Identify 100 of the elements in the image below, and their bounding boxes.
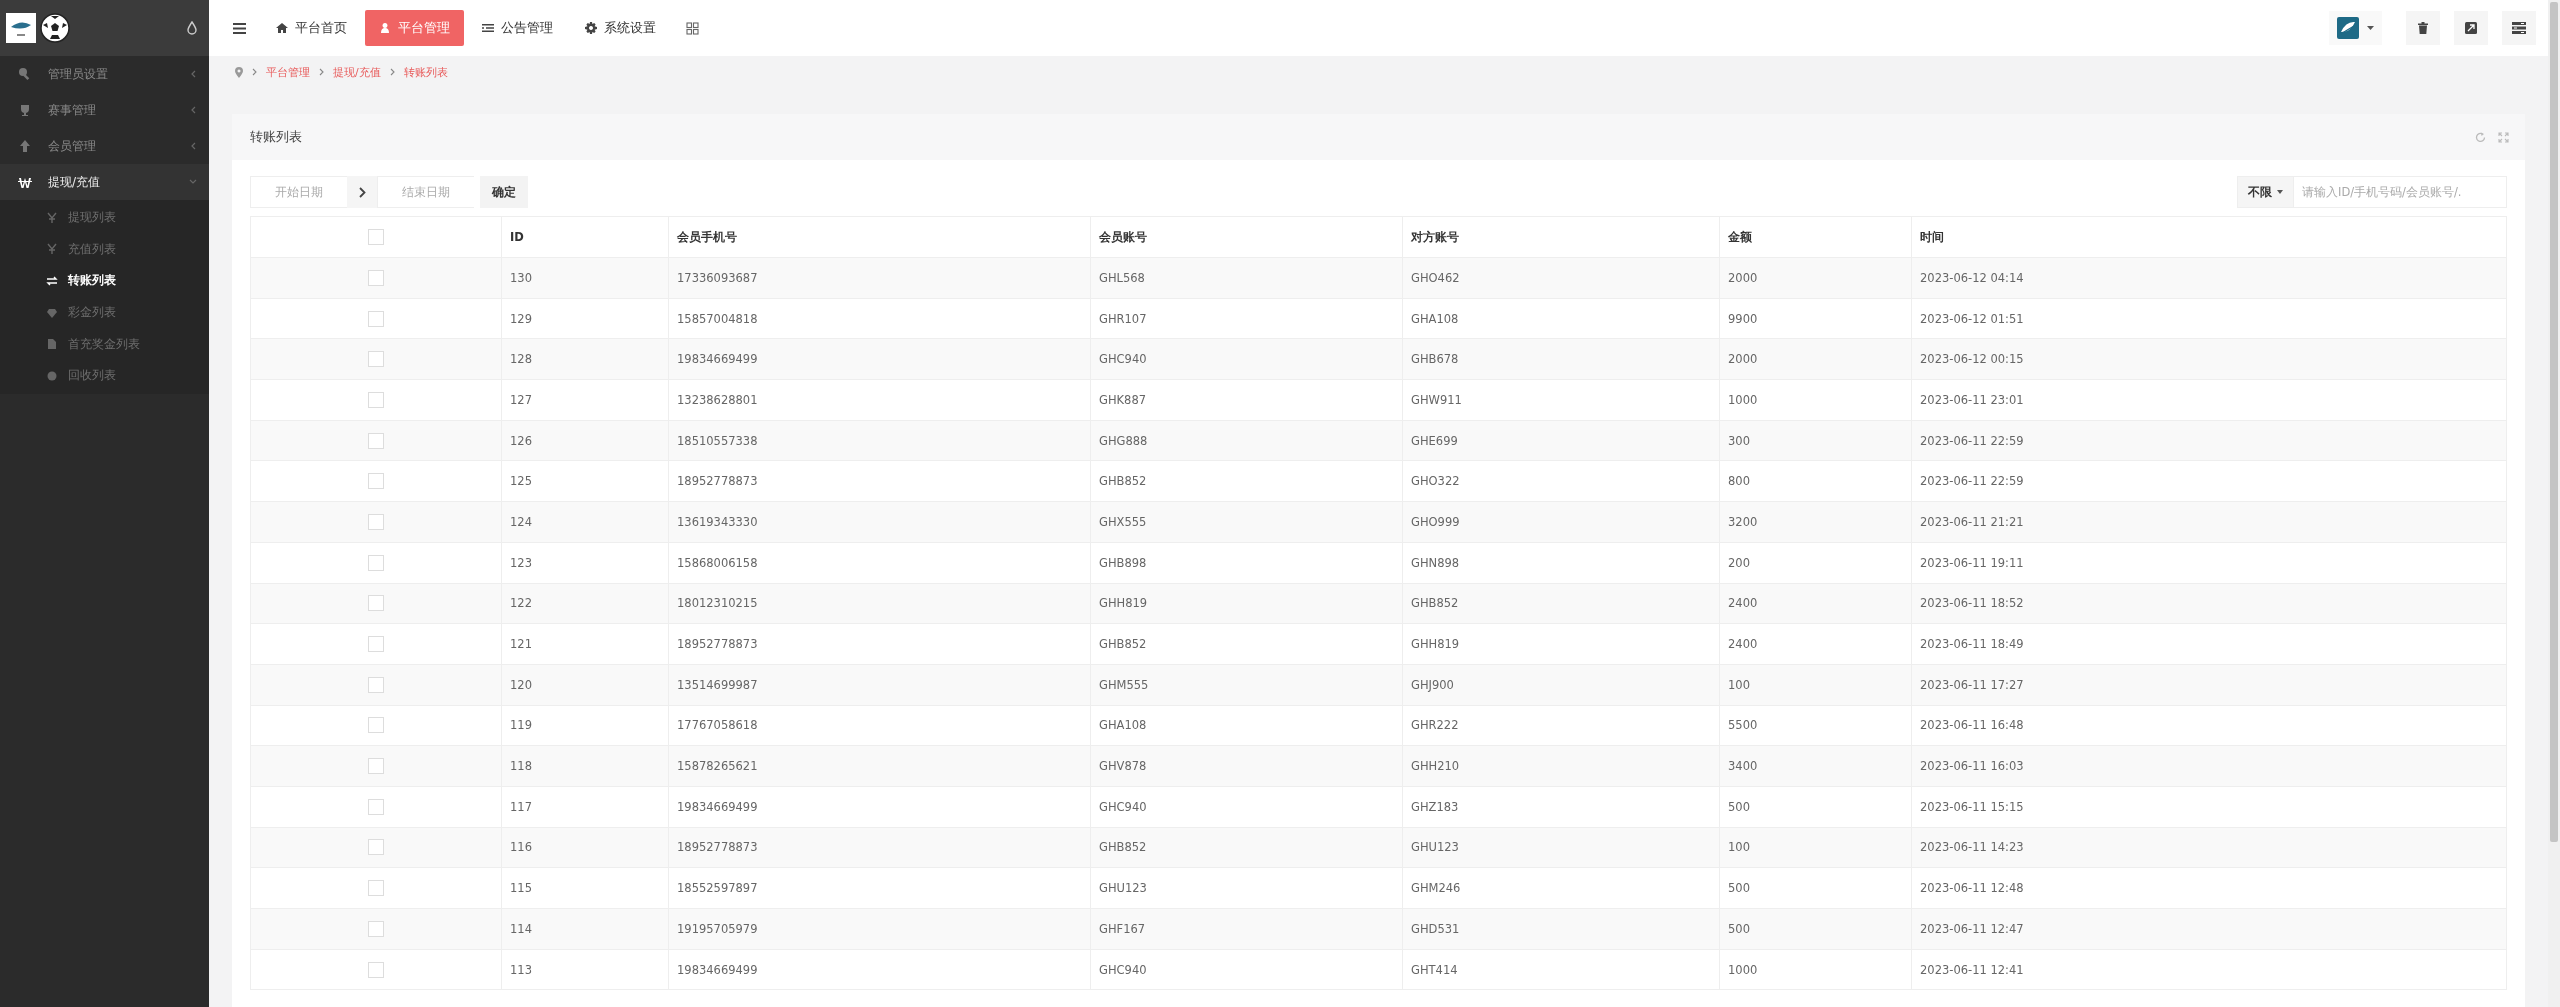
row-checkbox[interactable] xyxy=(368,473,384,490)
transfer-icon xyxy=(46,275,58,287)
sidebar-subitem[interactable]: 回收列表 xyxy=(0,359,209,392)
row-checkbox[interactable] xyxy=(368,961,384,978)
chevron-left-icon xyxy=(189,106,197,114)
nav-tab[interactable]: 平台管理 xyxy=(365,10,464,46)
chevron-right-icon xyxy=(319,68,324,76)
table-cell: 125 xyxy=(501,460,669,502)
table-cell: 126 xyxy=(501,420,669,461)
scope-dropdown[interactable]: 不限 xyxy=(2237,176,2294,208)
breadcrumb-link[interactable]: 转账列表 xyxy=(403,64,448,80)
table-cell: 2023-06-12 00:15 xyxy=(1911,338,2507,380)
row-checkbox[interactable] xyxy=(368,432,384,449)
grid-icon[interactable] xyxy=(686,21,699,35)
row-checkbox[interactable] xyxy=(368,351,384,368)
search-field[interactable]: 请输入ID/手机号码/会员账号/. xyxy=(2294,176,2507,208)
settings-button[interactable] xyxy=(2502,11,2536,45)
sidebar-item[interactable]: 管理员设置 xyxy=(0,56,209,92)
chevron-down-icon xyxy=(189,178,197,186)
fullscreen-button[interactable] xyxy=(2454,11,2488,45)
table-cell: 2023-06-12 01:51 xyxy=(1911,298,2507,339)
sidebar-item[interactable]: 会员管理 xyxy=(0,128,209,164)
table-cell: 2023-06-11 16:48 xyxy=(1911,705,2507,746)
sidebar-item[interactable]: 赛事管理 xyxy=(0,92,209,128)
table-cell: 2023-06-12 04:14 xyxy=(1911,257,2507,299)
row-checkbox[interactable] xyxy=(368,676,384,693)
table-cell: 800 xyxy=(1719,460,1912,502)
table-cell: 113 xyxy=(501,949,669,990)
sidebar-subitem[interactable]: 彩金列表 xyxy=(0,296,209,329)
select-all-checkbox[interactable] xyxy=(368,229,384,245)
menu-icon[interactable] xyxy=(233,22,246,34)
table-cell: 121 xyxy=(501,623,669,665)
sidebar-subitem[interactable]: 首充奖金列表 xyxy=(0,328,209,360)
table-cell: 2023-06-11 18:52 xyxy=(1911,583,2507,624)
breadcrumb-link[interactable]: 提现/充值 xyxy=(333,64,381,80)
table-cell: GHW911 xyxy=(1402,379,1720,421)
table-cell: GHD531 xyxy=(1402,908,1720,950)
row-checkbox[interactable] xyxy=(368,839,384,856)
chevron-right-icon xyxy=(389,68,395,76)
row-checkbox[interactable] xyxy=(368,717,384,734)
table-cell: 5500 xyxy=(1719,705,1912,746)
expand-icon xyxy=(2465,22,2477,34)
row-checkbox[interactable] xyxy=(368,554,384,571)
row-checkbox[interactable] xyxy=(368,636,384,653)
file-icon xyxy=(46,338,58,351)
sidebar-subitem[interactable]: 充值列表 xyxy=(0,233,209,266)
table-cell: 118 xyxy=(501,745,669,787)
table-cell: 119 xyxy=(501,705,669,746)
table-cell: 117 xyxy=(501,786,669,828)
row-checkbox[interactable] xyxy=(368,880,384,897)
scrollbar[interactable] xyxy=(2548,0,2560,1007)
table-cell: 100 xyxy=(1719,664,1912,706)
table-cell: 2023-06-11 21:21 xyxy=(1911,501,2507,543)
row-checkbox[interactable] xyxy=(368,513,384,530)
sidebar-item[interactable]: 提现/充值 xyxy=(0,164,209,200)
table-cell: 2000 xyxy=(1719,257,1912,299)
row-checkbox[interactable] xyxy=(368,798,384,815)
key-icon xyxy=(18,67,32,81)
drop-icon[interactable] xyxy=(187,21,197,35)
row-checkbox[interactable] xyxy=(368,269,384,286)
expand-arrows-icon[interactable] xyxy=(2498,131,2509,143)
table-cell: 18952778873 xyxy=(668,460,1091,502)
row-checkbox[interactable] xyxy=(368,920,384,937)
row-checkbox[interactable] xyxy=(368,391,384,408)
table-cell: 19834669499 xyxy=(668,949,1091,990)
table-cell: 2023-06-11 19:11 xyxy=(1911,542,2507,583)
nav-tab[interactable]: 系统设置 xyxy=(571,10,670,46)
table-cell: GHA108 xyxy=(1090,705,1403,746)
table-cell: 122 xyxy=(501,583,669,624)
column-header: 时间 xyxy=(1911,216,2507,258)
table-cell: GHH210 xyxy=(1402,745,1720,787)
table-cell: 500 xyxy=(1719,867,1912,909)
user-icon xyxy=(379,22,391,34)
table-cell: GHB852 xyxy=(1402,583,1720,624)
table-cell: 1000 xyxy=(1719,949,1912,990)
table-cell: 2400 xyxy=(1719,583,1912,624)
table-cell: GHO322 xyxy=(1402,460,1720,502)
table-cell: GHU123 xyxy=(1402,827,1720,868)
avatar-button[interactable] xyxy=(2329,11,2382,45)
end-date-field[interactable]: 结束日期 xyxy=(377,176,474,208)
table-cell: 2023-06-11 14:23 xyxy=(1911,827,2507,868)
table-cell: GHO999 xyxy=(1402,501,1720,543)
sidebar-subitem[interactable]: 转账列表 xyxy=(0,265,209,297)
breadcrumb-link[interactable]: 平台管理 xyxy=(266,64,310,80)
row-checkbox[interactable] xyxy=(368,758,384,775)
table-cell: 18952778873 xyxy=(668,827,1091,868)
row-checkbox[interactable] xyxy=(368,595,384,612)
trash-button[interactable] xyxy=(2406,11,2440,45)
logo-icon xyxy=(6,13,36,43)
start-date-field[interactable]: 开始日期 xyxy=(250,176,347,208)
nav-tab[interactable]: 公告管理 xyxy=(468,10,567,46)
sidebar-subitem[interactable]: 提现列表 xyxy=(0,202,209,234)
table-cell: 19834669499 xyxy=(668,338,1091,380)
list-icon xyxy=(482,22,494,34)
row-checkbox[interactable] xyxy=(368,310,384,327)
confirm-button[interactable]: 确定 xyxy=(480,176,528,208)
table-cell: 19195705979 xyxy=(668,908,1091,950)
nav-tab[interactable]: 平台首页 xyxy=(262,10,361,46)
chevron-right-icon xyxy=(358,186,366,198)
refresh-icon[interactable] xyxy=(2475,131,2486,143)
